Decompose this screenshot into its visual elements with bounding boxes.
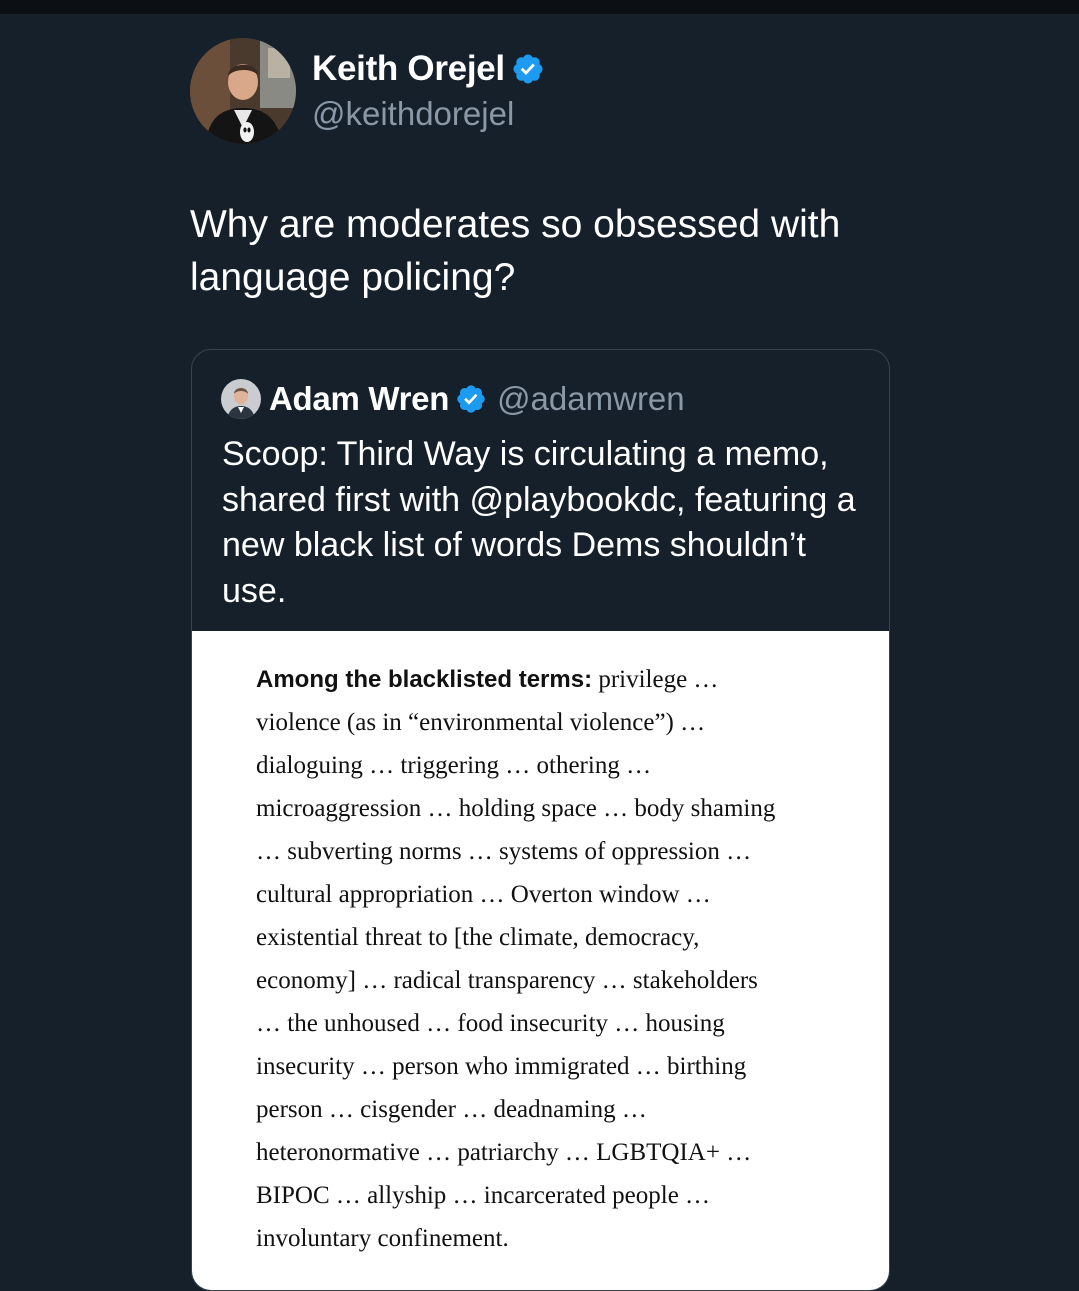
memo-line-text: privilege …: [592, 666, 719, 693]
tweet-header: Keith Orejel @keithdorejel: [190, 38, 545, 144]
top-strip: [0, 0, 1079, 14]
quoted-tweet-text: Scoop: Third Way is circulating a memo, …: [222, 435, 856, 610]
memo-line: … subverting norms … systems of oppressi…: [256, 838, 752, 865]
tweet-text: Why are moderates so obsessed with langu…: [190, 203, 841, 299]
memo-line: Among the blacklisted terms: privilege …: [256, 658, 856, 701]
memo-line: dialoguing … triggering … othering …: [256, 752, 652, 779]
memo-line: … the unhoused … food insecurity … housi…: [256, 1010, 725, 1037]
memo-line: existential threat to [the climate, demo…: [256, 924, 700, 951]
memo-screenshot-image[interactable]: Among the blacklisted terms: privilege ……: [192, 631, 889, 1290]
verified-badge-icon: [511, 52, 545, 86]
author-display-name[interactable]: Keith Orejel: [312, 49, 505, 89]
author-name-row: Keith Orejel: [312, 49, 545, 89]
memo-line: economy] … radical transparency … stakeh…: [256, 967, 758, 994]
memo-line: heteronormative … patriarchy … LGBTQIA+ …: [256, 1139, 752, 1166]
memo-text: Among the blacklisted terms: privilege ……: [256, 658, 856, 1260]
quoted-tweet-card[interactable]: Adam Wren @adamwren Scoop: Third Way is …: [191, 349, 890, 1291]
memo-line: BIPOC … allyship … incarcerated people …: [256, 1182, 711, 1209]
memo-line: person … cisgender … deadnaming …: [256, 1096, 647, 1123]
quoted-author-handle[interactable]: @adamwren: [497, 380, 685, 418]
author-identity: Keith Orejel @keithdorejel: [312, 49, 545, 133]
memo-line: insecurity … person who immigrated … bir…: [256, 1053, 747, 1080]
author-avatar[interactable]: [190, 38, 296, 144]
memo-line: violence (as in “environmental violence”…: [256, 709, 706, 736]
quoted-author-display-name[interactable]: Adam Wren: [269, 380, 449, 418]
memo-line: involuntary confinement.: [256, 1225, 509, 1252]
quoted-author-avatar[interactable]: [221, 379, 261, 419]
author-handle[interactable]: @keithdorejel: [312, 95, 545, 133]
verified-badge-icon: [455, 383, 487, 415]
memo-lead: Among the blacklisted terms:: [256, 666, 593, 693]
quoted-tweet-header: Adam Wren @adamwren: [221, 378, 685, 420]
memo-line: cultural appropriation … Overton window …: [256, 881, 711, 908]
memo-line: microaggression … holding space … body s…: [256, 795, 776, 822]
